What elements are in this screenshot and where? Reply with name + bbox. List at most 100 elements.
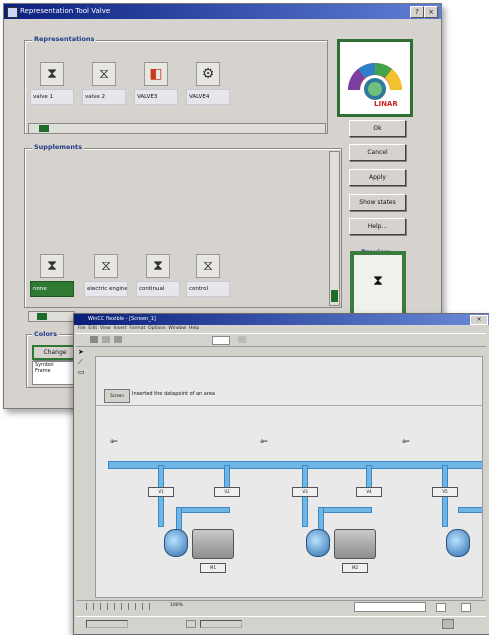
toolbar-tool-icon[interactable] [238, 336, 246, 343]
representation-item[interactable]: ◧ VALVE3 [134, 62, 178, 105]
representation-item[interactable]: ⧗ valve 1 [30, 62, 74, 105]
supplement-item[interactable]: ⧗ continual [136, 254, 180, 297]
status-icon [186, 620, 196, 628]
linar-logo: LINAR [337, 39, 413, 117]
valve-red-icon: ◧ [144, 62, 168, 86]
logo-text: LINAR [374, 100, 398, 108]
motor-icon[interactable] [192, 529, 234, 559]
pointer-icon[interactable]: ➤ [78, 348, 90, 358]
apply-button[interactable]: Apply [349, 169, 406, 186]
change-color-button[interactable]: Change [32, 345, 78, 360]
close-icon[interactable]: × [470, 315, 488, 325]
representation-label: valve 1 [30, 89, 74, 105]
menu-file[interactable]: File [78, 326, 86, 331]
header-pipe [108, 461, 482, 469]
scroll-thumb[interactable] [37, 313, 47, 320]
color-list-item[interactable]: Frame [33, 368, 77, 374]
close-icon[interactable]: × [424, 6, 438, 18]
toolbar-open-icon[interactable] [102, 336, 110, 343]
valve-tag[interactable]: V4 [356, 487, 382, 497]
toolbar-save-icon[interactable] [114, 336, 122, 343]
menu-edit[interactable]: Edit [88, 326, 97, 331]
show-states-button[interactable]: Show states [349, 194, 406, 211]
help-titlebar-button[interactable]: ? [410, 6, 424, 18]
menu-view[interactable]: View [100, 326, 111, 331]
supplement-label-selected: none [30, 281, 74, 297]
representations-scrollbar[interactable] [28, 123, 326, 134]
branch-pipe [366, 465, 372, 489]
rect-tool-icon[interactable]: ▭ [78, 368, 90, 378]
pump-icon[interactable] [446, 529, 470, 557]
checkbox[interactable] [461, 603, 471, 612]
preview-box: ⧗ [350, 251, 406, 319]
line-tool-icon[interactable]: ⟋ [78, 358, 90, 368]
menu-insert[interactable]: Insert [114, 326, 127, 331]
valve-tag[interactable]: V1 [148, 487, 174, 497]
dialog-title: Representation Tool Valve [20, 7, 111, 15]
representation-label: VALVE3 [134, 89, 178, 105]
banner-text: Inserted the datapoint of an area [132, 391, 215, 397]
screen-canvas[interactable]: Screen Inserted the datapoint of an area… [95, 356, 483, 598]
colors-label: Colors [32, 330, 60, 338]
supplements-label: Supplements [32, 143, 85, 151]
color-list[interactable]: Symbol Frame [32, 361, 78, 385]
scroll-thumb[interactable] [39, 125, 49, 132]
supplement-label: continual [136, 281, 180, 297]
tool-strip: ➤ ⟋ ▭ [78, 348, 90, 388]
scroll-thumb[interactable] [331, 290, 338, 302]
representations-label: Representations [32, 35, 97, 43]
valve-tag[interactable]: V2 [214, 487, 240, 497]
help-button[interactable]: Help... [349, 218, 406, 235]
status-lock-icon[interactable] [442, 619, 454, 629]
banner-strip: Screen Inserted the datapoint of an area [96, 385, 482, 406]
valve-tag[interactable]: V5 [432, 487, 458, 497]
menu-options[interactable]: Options [148, 326, 165, 331]
status-left [86, 620, 128, 628]
tank-valve-icon[interactable]: ⊕═ [402, 439, 409, 445]
hourglass-icon: ⧗ [40, 254, 64, 278]
supplements-hscrollbar[interactable] [28, 311, 75, 322]
app-icon [7, 7, 18, 18]
representation-label: valve 2 [82, 89, 126, 105]
screen-banner-label: Screen [104, 389, 130, 403]
branch-pipe [458, 507, 482, 513]
branch-pipe [318, 507, 372, 513]
motor-tag[interactable]: M2 [342, 563, 368, 573]
motor-tag[interactable]: M1 [200, 563, 226, 573]
layer-tabs[interactable] [86, 603, 156, 610]
dialog-title-bar[interactable]: Representation Tool Valve ? × [4, 4, 441, 19]
hmi-title-bar[interactable]: WinCC flexible - [Screen_1] × [74, 314, 489, 325]
ok-button[interactable]: Ok [349, 120, 406, 137]
menu-bar: File Edit View Insert Format Options Win… [78, 326, 199, 331]
tank-valve-icon[interactable]: ⊕═ [260, 439, 267, 445]
valve-gear-icon: ⚙ [196, 62, 220, 86]
control-icon: ⧖ [196, 254, 220, 278]
supplement-item[interactable]: ⧗ none [30, 254, 74, 297]
representation-item[interactable]: ⧖ valve 2 [82, 62, 126, 105]
motor-icon[interactable] [334, 529, 376, 559]
toolbar-dropdown[interactable] [212, 336, 230, 345]
tank-valve-icon[interactable]: ⊕═ [110, 439, 117, 445]
hourglass-icon: ⧗ [40, 62, 64, 86]
hourglass-icon: ⧗ [373, 273, 383, 289]
checkbox[interactable] [436, 603, 446, 612]
supplement-item[interactable]: ⧖ control [186, 254, 230, 297]
supplements-vscrollbar[interactable] [329, 151, 340, 306]
supplement-item[interactable]: ⧖ electric engine [84, 254, 128, 297]
menu-window[interactable]: Window [168, 326, 186, 331]
toolbar-new-icon[interactable] [90, 336, 98, 343]
branch-pipe [176, 507, 230, 513]
continual-icon: ⧗ [146, 254, 170, 278]
toolbar [76, 333, 486, 347]
cancel-button[interactable]: Cancel [349, 144, 406, 161]
representation-item[interactable]: ⚙ VALVE4 [186, 62, 230, 105]
status-coord [200, 620, 242, 628]
zoom-level[interactable]: 100% [170, 603, 183, 608]
branch-pipe [224, 465, 230, 489]
menu-help[interactable]: Help [189, 326, 199, 331]
object-field[interactable] [354, 602, 426, 612]
valve-tag[interactable]: V3 [292, 487, 318, 497]
menu-format[interactable]: Format [129, 326, 145, 331]
pump-icon[interactable] [306, 529, 330, 557]
pump-icon[interactable] [164, 529, 188, 557]
